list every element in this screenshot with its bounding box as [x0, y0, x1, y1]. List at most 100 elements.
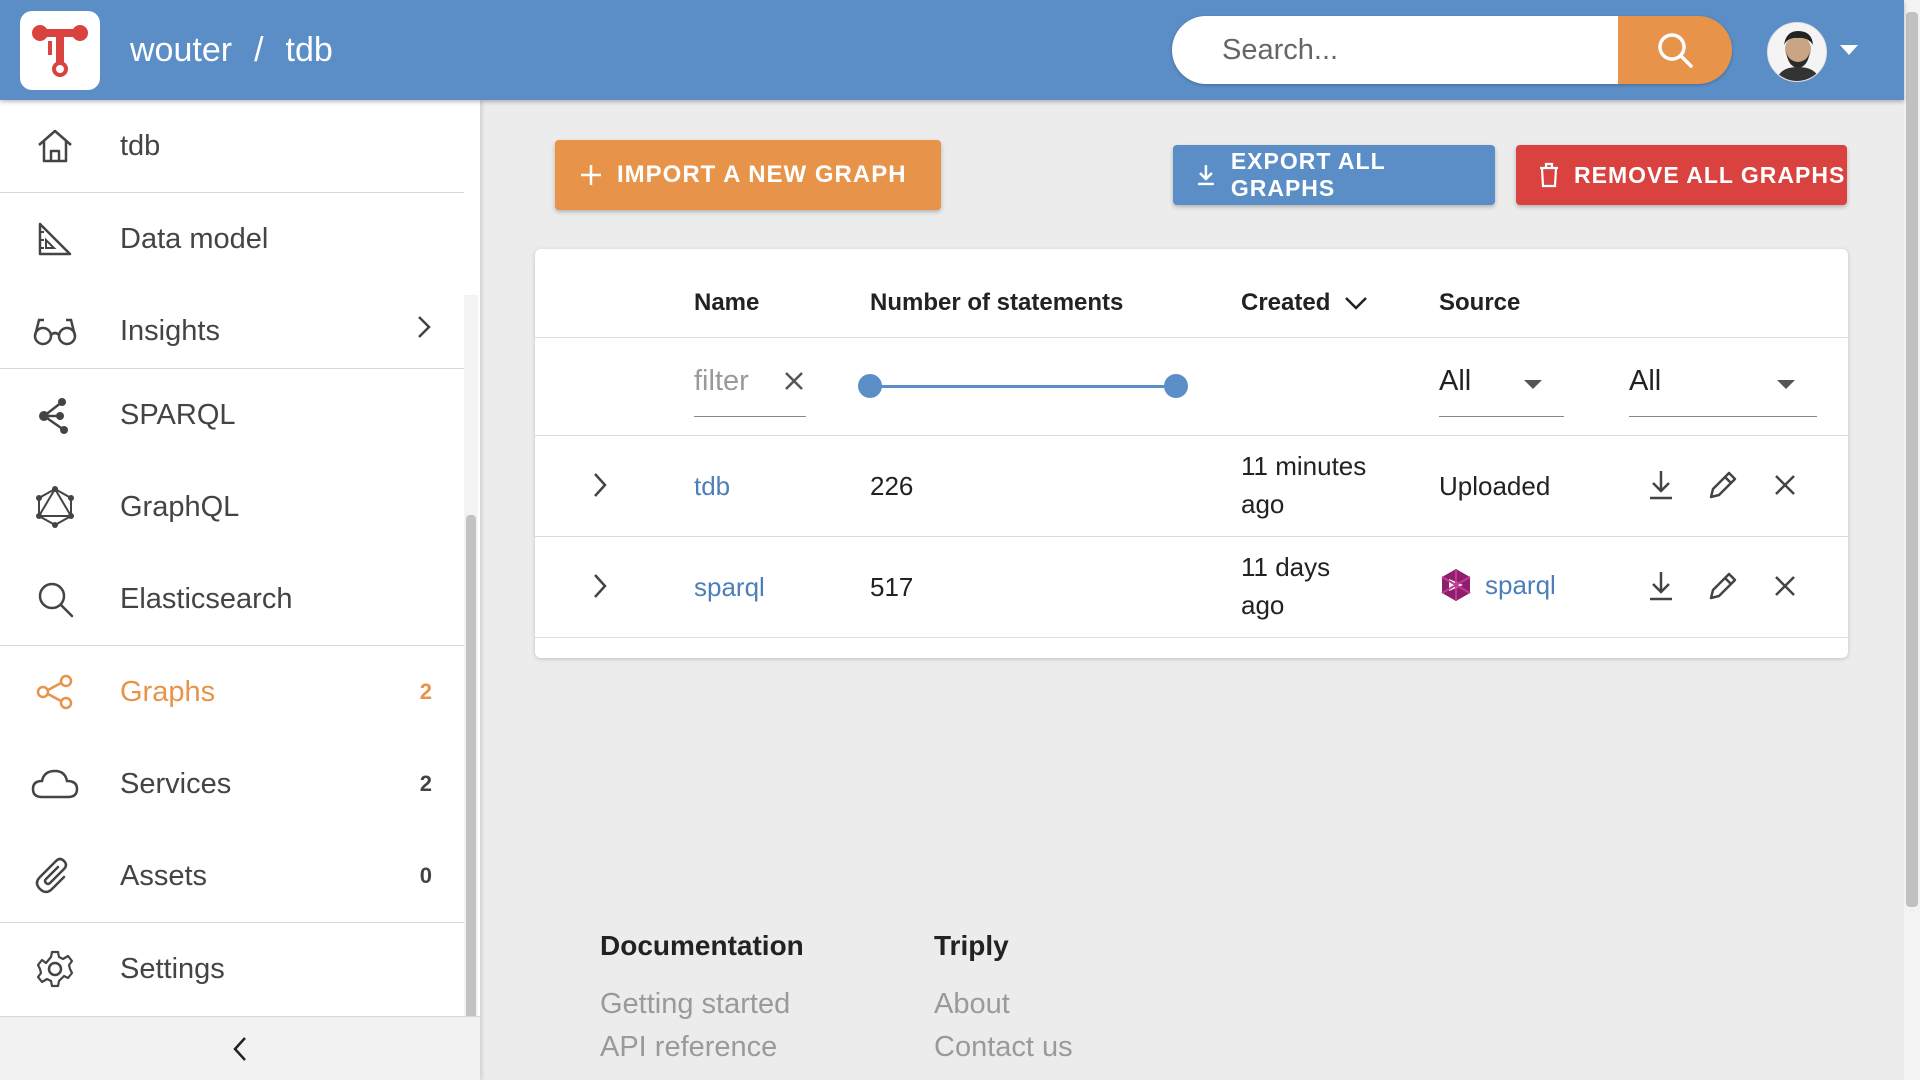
created-time: 11 minutes ago	[1241, 447, 1366, 523]
footer-link-api-reference[interactable]: API reference	[600, 1031, 777, 1064]
download-graph-button[interactable]	[1641, 566, 1681, 606]
divider	[535, 637, 1848, 638]
caret-down-icon	[1777, 380, 1795, 389]
search-icon	[30, 574, 80, 624]
delete-graph-button[interactable]	[1765, 465, 1805, 505]
home-icon	[30, 121, 80, 171]
sidebar-item-data-model[interactable]: Data model	[0, 193, 464, 285]
edit-graph-button[interactable]	[1703, 465, 1743, 505]
download-icon	[1650, 471, 1672, 500]
sidebar-item-tdb[interactable]: tdb	[0, 100, 464, 192]
graphs-table: Name Number of statements Created Source…	[535, 249, 1848, 658]
created-time-line: 11 minutes	[1241, 451, 1367, 481]
sidebar-item-label: Insights	[120, 314, 220, 347]
download-graph-button[interactable]	[1641, 465, 1681, 505]
glasses-icon	[30, 306, 80, 356]
sidebar-item-insights[interactable]: Insights	[0, 285, 464, 377]
sidebar-scrollbar-thumb[interactable]	[466, 515, 476, 1080]
statements-range-slider[interactable]	[869, 385, 1176, 388]
search-input[interactable]	[1172, 16, 1618, 84]
clear-filter-icon[interactable]	[782, 369, 806, 393]
range-slider-max-handle[interactable]	[1164, 374, 1188, 398]
count-badge: 2	[419, 771, 432, 796]
divider	[535, 337, 1848, 338]
created-time-line: ago	[1241, 489, 1285, 519]
chevron-right-icon	[594, 473, 607, 497]
count-badge: 2	[419, 679, 432, 704]
created-filter-value: All	[1439, 365, 1472, 397]
download-icon	[1650, 572, 1672, 601]
sparql-logo-icon	[1441, 569, 1471, 601]
caret-down-icon	[1524, 380, 1542, 389]
created-time-line: ago	[1241, 590, 1285, 620]
column-header-source[interactable]: Source	[1439, 289, 1520, 317]
page-scrollbar-thumb[interactable]	[1906, 12, 1918, 907]
sidebar-item-assets[interactable]: Assets 0	[0, 830, 464, 922]
name-filter-placeholder: filter	[694, 365, 749, 397]
sidebar-item-sparql[interactable]: SPARQL	[0, 369, 464, 461]
source-filter-select[interactable]: All	[1629, 347, 1817, 417]
breadcrumb: wouter / tdb	[130, 0, 333, 100]
collapse-sidebar-button[interactable]	[0, 1016, 480, 1080]
sidebar-item-settings[interactable]: Settings	[0, 923, 464, 1015]
breadcrumb-separator: /	[254, 30, 264, 69]
range-slider-min-handle[interactable]	[858, 374, 882, 398]
top-bar: wouter / tdb	[0, 0, 1904, 100]
breadcrumb-dataset[interactable]: tdb	[286, 31, 333, 70]
sidebar-item-elasticsearch[interactable]: Elasticsearch	[0, 553, 464, 645]
export-all-graphs-button[interactable]: EXPORT ALL GRAPHS	[1173, 145, 1495, 205]
plus-icon	[581, 165, 601, 185]
expand-row-button[interactable]	[585, 566, 615, 606]
source-label: Uploaded	[1439, 471, 1551, 501]
graph-name-link[interactable]: tdb	[694, 471, 730, 502]
avatar[interactable]	[1767, 22, 1827, 82]
triply-logo-icon[interactable]	[20, 11, 100, 90]
gear-icon	[30, 944, 80, 994]
sidebar-item-label: Graphs	[120, 675, 216, 708]
paperclip-icon	[30, 851, 80, 901]
pencil-icon	[1709, 572, 1737, 600]
sidebar-item-label: Data model	[120, 222, 269, 255]
sidebar-item-services[interactable]: Services 2	[0, 738, 464, 830]
sidebar-item-label: GraphQL	[120, 490, 240, 523]
footer-link-contact-us[interactable]: Contact us	[934, 1031, 1073, 1064]
edit-graph-button[interactable]	[1703, 566, 1743, 606]
search-button[interactable]	[1618, 16, 1732, 84]
footer-heading-triply: Triply	[934, 930, 1009, 961]
remove-all-graphs-button[interactable]: REMOVE ALL GRAPHS	[1516, 145, 1847, 205]
sidebar-item-label: Services	[120, 767, 232, 800]
ruler-icon	[30, 214, 80, 264]
export-all-label: EXPORT ALL GRAPHS	[1230, 148, 1386, 201]
import-graph-button[interactable]: IMPORT A NEW GRAPH	[555, 140, 941, 210]
footer-heading-documentation: Documentation	[600, 930, 804, 961]
caret-down-icon[interactable]	[1840, 45, 1858, 55]
graph-name-link[interactable]: sparql	[694, 572, 765, 603]
created-time: 11 days ago	[1241, 548, 1330, 624]
delete-graph-button[interactable]	[1765, 566, 1805, 606]
name-filter-field[interactable]: filter	[694, 347, 806, 417]
sparql-icon	[30, 390, 80, 440]
source-link[interactable]: sparql	[1439, 567, 1556, 603]
import-graph-label: IMPORT A NEW GRAPH	[617, 161, 907, 188]
close-icon	[1775, 576, 1795, 596]
created-filter-select[interactable]: All	[1439, 347, 1564, 417]
statements-count: 226	[870, 471, 914, 501]
column-header-statements[interactable]: Number of statements	[870, 289, 1123, 317]
sidebar-item-label: Assets	[120, 859, 208, 892]
footer-link-getting-started[interactable]: Getting started	[600, 988, 790, 1021]
footer-link-about[interactable]: About	[934, 988, 1010, 1021]
sidebar: tdb Data model Insights SPARQL GraphQL E…	[0, 100, 480, 1080]
sort-desc-icon	[1345, 297, 1368, 310]
sidebar-item-graphs[interactable]: Graphs 2	[0, 646, 464, 738]
column-header-created[interactable]: Created	[1241, 289, 1368, 317]
column-header-name[interactable]: Name	[694, 289, 759, 317]
cloud-icon	[30, 759, 80, 809]
chevron-right-icon	[414, 313, 434, 349]
sidebar-item-label: tdb	[120, 129, 161, 162]
sidebar-item-graphql[interactable]: GraphQL	[0, 461, 464, 553]
expand-row-button[interactable]	[585, 465, 615, 505]
breadcrumb-owner[interactable]: wouter	[130, 31, 232, 70]
pencil-icon	[1709, 471, 1737, 499]
search-icon	[1658, 33, 1693, 68]
graphql-icon	[30, 482, 80, 532]
